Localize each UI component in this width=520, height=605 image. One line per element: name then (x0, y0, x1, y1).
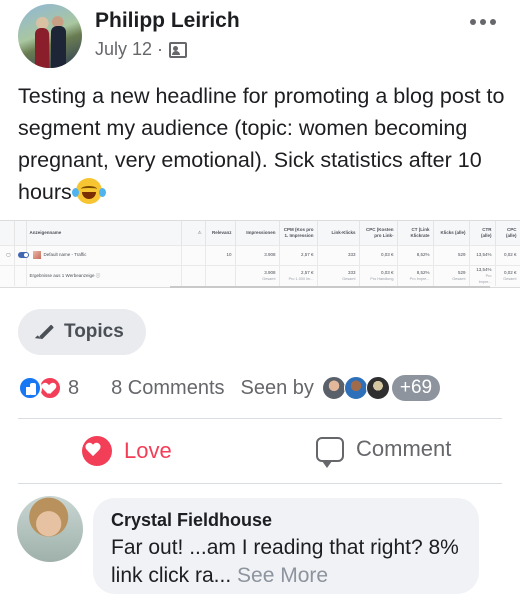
tears-of-joy-emoji-icon (71, 178, 106, 204)
author-name[interactable]: Philipp Leirich (95, 9, 240, 33)
table-header-warning: ⚠ (181, 221, 206, 245)
table-header[interactable]: Relevanz (205, 221, 236, 245)
table-header[interactable]: CPC (Kosten pro Link- (359, 221, 398, 245)
table-cell (181, 264, 206, 286)
avatar (343, 376, 368, 400)
ads-table: Anzeigenname ⚠ Relevanz Impressionen CPM… (0, 221, 520, 286)
avatar (321, 376, 346, 400)
divider (18, 418, 502, 419)
reaction-count[interactable]: 8 (68, 377, 79, 400)
table-cell: 2,57 € (279, 244, 318, 265)
ad-thumbnail (32, 251, 41, 259)
table-header[interactable]: Anzeigenname (26, 221, 182, 245)
comment-label: Comment (356, 436, 452, 461)
table-cell: 3.908 Gesamt (235, 264, 280, 286)
ads-manager-screenshot: Anzeigenname ⚠ Relevanz Impressionen CPM… (0, 220, 520, 288)
table-cell-name: Ergebnisse aus 1 Werbeanzeige ⓘ (26, 264, 182, 286)
post-meta: July 12 · (95, 39, 188, 60)
row-checkbox[interactable]: ▢ (0, 244, 15, 265)
table-cell (14, 264, 27, 286)
comment-button[interactable]: Comment (316, 436, 452, 468)
comment-bubble: Crystal Fieldhouse Far out! ...am I read… (93, 498, 479, 594)
table-cell: 13,54% (469, 244, 496, 265)
like-reaction-icon (18, 376, 42, 400)
divider (18, 483, 502, 484)
comment-icon (316, 436, 344, 468)
avatar-figure-woman (35, 28, 49, 68)
group-icon (169, 41, 188, 58)
love-label: Love (124, 438, 172, 463)
post-date[interactable]: July 12 · (95, 39, 163, 60)
table-cell-name: Default name - Traffic (26, 244, 182, 265)
seen-by-more-badge[interactable]: +69 (391, 375, 441, 401)
table-scrollbar[interactable] (170, 286, 490, 288)
table-header[interactable]: Klicks (alle) (433, 221, 470, 245)
author-avatar[interactable] (18, 4, 82, 68)
love-button[interactable]: Love (82, 436, 172, 466)
table-cell: 2,57 € Pro 1.000 Im... (279, 264, 318, 286)
table-header-checkbox (0, 221, 15, 245)
table-header[interactable]: Impressionen (235, 221, 280, 245)
toggle-icon[interactable] (17, 251, 29, 258)
table-header-row: Anzeigenname ⚠ Relevanz Impressionen CPM… (0, 221, 520, 245)
dot-icon (470, 19, 476, 25)
topics-label: Topics (64, 321, 124, 342)
comments-count[interactable]: 8 Comments (111, 377, 224, 400)
table-header[interactable]: CPC (alle) (495, 221, 520, 245)
table-cell: 8,52% (397, 244, 434, 265)
table-cell: 529 (433, 244, 470, 265)
table-cell: 333 Gesamt (317, 264, 360, 286)
table-cell: 3.908 (235, 244, 280, 265)
reactions-bar: 8 8 Comments Seen by +69 (18, 370, 508, 406)
table-cell (0, 264, 15, 286)
avatar-figure-man (51, 26, 66, 68)
table-cell (181, 244, 206, 265)
see-more-link[interactable]: See More (237, 564, 328, 587)
table-header[interactable]: Link-Klicks (317, 221, 360, 245)
table-cell: 0,03 € (359, 244, 398, 265)
table-cell: 8,52% Pro Impre... (397, 264, 434, 286)
commenter-name[interactable]: Crystal Fieldhouse (111, 510, 461, 531)
table-header[interactable]: CT (Link Klickrate (397, 221, 434, 245)
info-icon: ⓘ (95, 272, 101, 278)
dot-icon (480, 19, 486, 25)
table-header[interactable]: CPM (Kos pro 1. Impression (279, 221, 318, 245)
table-cell: 333 (317, 244, 360, 265)
more-options-button[interactable] (470, 14, 500, 30)
row-toggle[interactable] (14, 244, 29, 265)
table-cell: 13,54% Pro Impre... (469, 264, 496, 286)
avatar (365, 376, 390, 400)
table-cell: 10 (205, 244, 236, 265)
table-header[interactable]: CTR (alle) (469, 221, 496, 245)
table-header-toggle (14, 221, 27, 245)
dot-icon (490, 19, 496, 25)
pencil-icon (36, 322, 56, 342)
topics-button[interactable]: Topics (18, 309, 146, 355)
comment-text: Far out! ...am I reading that right? 8% … (111, 534, 461, 590)
table-cell: 0,02 € Gesamt (495, 264, 520, 286)
table-row-summary: Ergebnisse aus 1 Werbeanzeige ⓘ 3.908 Ges… (0, 264, 520, 286)
table-cell: 529 Gesamt (433, 264, 470, 286)
post-header: Philipp Leirich July 12 · (0, 0, 520, 72)
seen-by-avatars[interactable] (321, 376, 390, 400)
love-icon (82, 436, 112, 466)
commenter-avatar[interactable] (17, 496, 83, 562)
seen-by-label[interactable]: Seen by (241, 377, 314, 400)
table-cell (205, 264, 236, 286)
reaction-icons[interactable] (18, 376, 62, 400)
table-cell: 0,02 € (495, 244, 520, 265)
post-text: Testing a new headline for promoting a b… (18, 80, 508, 208)
table-row[interactable]: ▢ Default name - Traffic 10 3.908 2,57 €… (0, 244, 520, 265)
table-cell: 0,03 € Pro Handlung (359, 264, 398, 286)
